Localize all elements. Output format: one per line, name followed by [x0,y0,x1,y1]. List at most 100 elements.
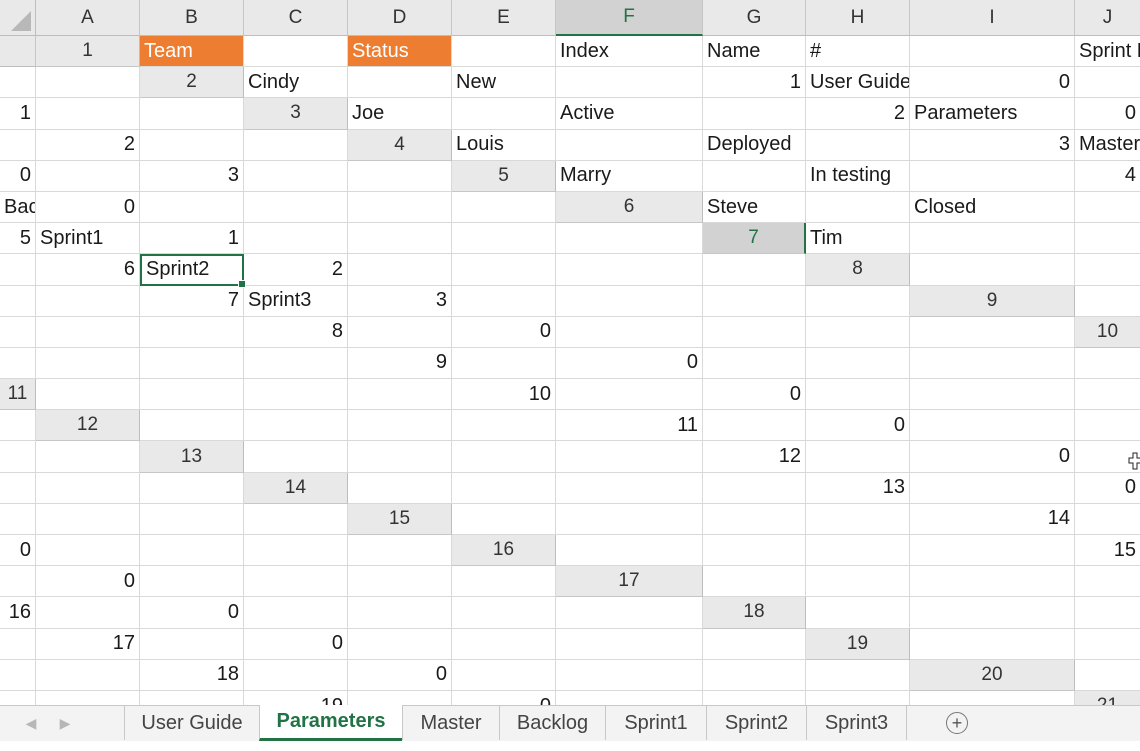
cell-h12[interactable] [910,410,1075,442]
cell-g6[interactable]: 1 [140,223,244,255]
cell-e9[interactable]: 8 [244,316,348,348]
tab-scroll-right-icon[interactable]: ▶ [56,706,74,740]
cell-e13[interactable]: 12 [703,441,806,473]
cell-b20[interactable] [0,690,36,705]
cell-e19[interactable]: 18 [140,659,244,691]
cell-a10[interactable] [0,347,36,380]
cell-h7[interactable] [348,254,452,286]
row-header-9[interactable]: 9 [910,285,1075,317]
cell-g18[interactable]: 0 [244,628,348,660]
cell-f8[interactable]: Sprint3 [244,285,348,317]
cell-b16[interactable] [703,535,806,567]
cell-f20[interactable] [348,690,452,705]
cell-g2[interactable]: 0 [910,67,1075,99]
cell-f19[interactable] [244,659,348,691]
row-header-20[interactable]: 20 [910,659,1075,691]
cell-c18[interactable] [1075,597,1140,629]
cell-j17[interactable] [452,597,556,629]
cell-j3[interactable] [140,129,244,161]
cell-j2[interactable] [36,98,140,130]
cell-j13[interactable] [36,472,140,504]
cell-f7[interactable]: Sprint2 [140,254,246,288]
cell-f10[interactable] [452,347,556,380]
cell-h20[interactable] [556,690,703,705]
cell-e11[interactable]: 10 [452,379,556,411]
cell-b3[interactable] [452,98,556,130]
cell-b17[interactable] [806,566,910,598]
cell-b4[interactable] [556,129,703,161]
cell-d12[interactable] [452,410,556,442]
cell-i16[interactable] [244,566,348,598]
cell-b18[interactable] [910,597,1075,629]
cell-c2[interactable]: New [452,67,556,99]
row-header-2[interactable]: 2 [140,67,244,99]
cell-j6[interactable] [452,223,556,255]
cell-a18[interactable] [806,597,910,629]
cell-d6[interactable] [1075,192,1140,224]
row-header-16[interactable]: 16 [452,535,556,567]
row-header-17[interactable]: 17 [556,566,703,598]
cell-i12[interactable] [1075,410,1140,442]
column-header-b[interactable]: B [140,0,244,36]
cell-d9[interactable] [140,316,244,348]
cell-e6[interactable]: 5 [0,223,36,255]
cell-j1[interactable] [0,67,36,99]
cell-j18[interactable] [556,628,703,660]
cell-b9[interactable] [0,316,36,348]
cell-a8[interactable] [910,254,1075,286]
cell-j15[interactable] [244,535,348,567]
cell-e17[interactable]: 16 [0,597,36,629]
cell-c1[interactable]: Status [348,36,452,68]
cell-i17[interactable] [348,597,452,629]
cell-j8[interactable] [703,285,806,317]
cell-e14[interactable]: 13 [806,472,910,504]
cell-i18[interactable] [452,628,556,660]
cell-g16[interactable]: 0 [36,566,140,598]
cell-d1[interactable] [452,36,556,68]
cell-h2[interactable] [1075,67,1140,99]
cell-i3[interactable]: 2 [36,129,140,161]
cell-c4[interactable]: Deployed [703,129,806,161]
row-header-4[interactable]: 4 [348,129,452,161]
sheet-tab-sprint3[interactable]: Sprint3 [806,706,906,740]
cell-i20[interactable] [703,690,806,705]
cell-f3[interactable]: Parameters [910,98,1075,130]
cell-e10[interactable]: 9 [348,347,452,380]
cell-b1[interactable] [244,36,348,68]
cell-d18[interactable] [0,628,36,660]
cell-i4[interactable]: 3 [140,160,244,192]
cell-g10[interactable]: 0 [556,347,703,380]
column-header-i[interactable]: I [910,0,1075,36]
cell-j7[interactable] [556,254,703,286]
cell-d11[interactable] [348,379,452,411]
cell-f15[interactable] [1075,504,1140,535]
cell-f6[interactable]: Sprint1 [36,223,140,255]
cell-g13[interactable]: 0 [910,441,1075,473]
row-header-13[interactable]: 13 [140,441,244,473]
row-header-14[interactable]: 14 [244,472,348,504]
row-header-7[interactable]: 7 [703,223,806,255]
cell-h18[interactable] [348,628,452,660]
cell-d14[interactable] [703,472,806,504]
cell-b6[interactable] [806,191,910,224]
cell-c7[interactable] [1075,223,1140,255]
column-header-d[interactable]: D [348,0,452,36]
cell-h8[interactable] [452,285,556,317]
cell-f4[interactable]: Master [1075,130,1140,161]
cell-i2[interactable]: 1 [0,98,36,130]
cell-f17[interactable] [36,597,140,629]
cell-a1[interactable]: Team [140,36,244,68]
cell-f9[interactable] [348,316,452,348]
cell-h11[interactable] [806,379,910,411]
cell-e8[interactable]: 7 [140,285,244,317]
cell-h1[interactable] [910,36,1075,68]
cell-g9[interactable]: 0 [452,316,556,348]
cell-d5[interactable] [910,160,1075,192]
cell-a13[interactable] [244,441,348,473]
cell-h19[interactable] [452,659,556,691]
cell-a20[interactable] [1075,660,1140,691]
cell-b13[interactable] [348,441,452,473]
cell-f14[interactable] [910,472,1075,504]
cell-a14[interactable] [348,472,452,504]
cell-d7[interactable] [0,254,36,286]
